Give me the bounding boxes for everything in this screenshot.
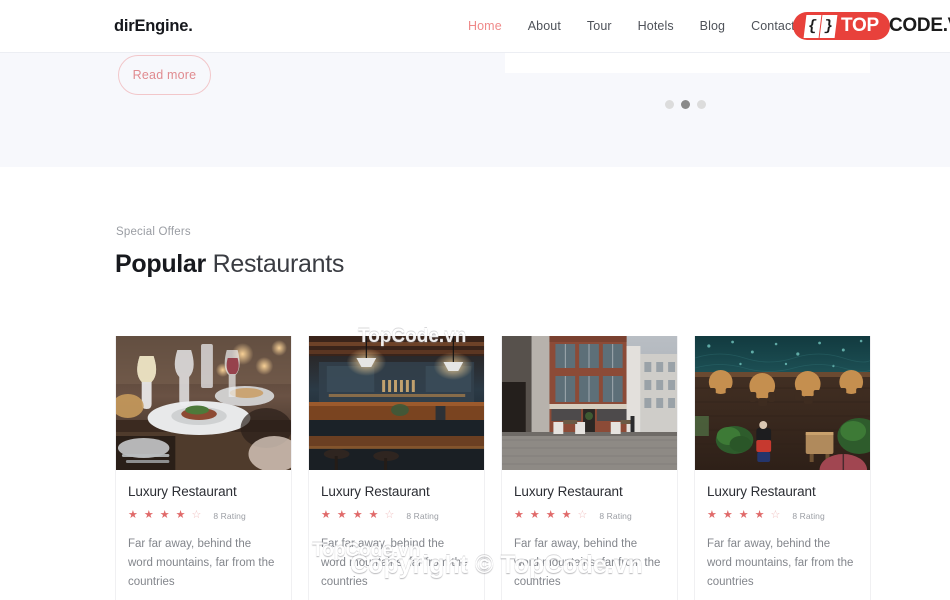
star-filled-icon: ★ bbox=[514, 509, 524, 521]
restaurant-card-description: Far far away, behind the word mountains,… bbox=[128, 538, 275, 588]
restaurant-card-description: Far far away, behind the word mountains,… bbox=[707, 538, 854, 588]
star-empty-icon: ☆ bbox=[770, 509, 781, 521]
bracket-right-glyph: } bbox=[819, 15, 837, 38]
star-filled-icon: ★ bbox=[175, 509, 186, 521]
section-title-rest: Restaurants bbox=[205, 250, 345, 278]
star-filled-icon: ★ bbox=[722, 509, 733, 521]
nav-item-contact[interactable]: Contact bbox=[751, 19, 795, 33]
bracket-left-glyph: { bbox=[803, 15, 821, 38]
nav-item-blog[interactable]: Blog bbox=[700, 19, 725, 33]
nav-item-tour[interactable]: Tour bbox=[587, 19, 612, 33]
restaurant-card-title: Luxury Restaurant bbox=[707, 484, 816, 499]
star-filled-icon: ★ bbox=[336, 509, 347, 521]
star-empty-icon: ☆ bbox=[384, 509, 395, 521]
watermark-logo-top-text: TOP bbox=[841, 15, 879, 36]
restaurant-card[interactable]: Luxury Restaurant ★ ★ ★ ★ ☆ 8 Rating Far… bbox=[115, 336, 292, 600]
star-filled-icon: ★ bbox=[321, 509, 331, 521]
page-title: Popular Restaurants bbox=[115, 250, 344, 279]
hero-section: Read more bbox=[0, 53, 950, 167]
brand-logo[interactable]: dirEngine. bbox=[114, 17, 193, 36]
restaurant-card-rating: ★ ★ ★ ★ ☆ 8 Rating bbox=[514, 510, 665, 521]
star-filled-icon: ★ bbox=[352, 509, 363, 521]
restaurant-card-description: Far far away, behind the word mountains,… bbox=[321, 538, 468, 588]
hero-white-card bbox=[505, 53, 870, 73]
restaurant-card-image bbox=[695, 336, 870, 470]
carousel-dot-1[interactable] bbox=[665, 100, 674, 109]
restaurant-card-rating: ★ ★ ★ ★ ☆ 8 Rating bbox=[707, 510, 858, 521]
site-header: dirEngine. Home About Tour Hotels Blog C… bbox=[0, 0, 950, 53]
restaurant-card-body: Luxury Restaurant ★ ★ ★ ★ ☆ 8 Rating Far… bbox=[502, 470, 677, 600]
restaurant-card-title: Luxury Restaurant bbox=[514, 484, 623, 499]
star-filled-icon: ★ bbox=[368, 509, 379, 521]
rating-count-label: 8 Rating bbox=[792, 510, 825, 521]
star-filled-icon: ★ bbox=[738, 509, 749, 521]
restaurant-card-body: Luxury Restaurant ★ ★ ★ ★ ☆ 8 Rating Far… bbox=[695, 470, 870, 600]
restaurant-card[interactable]: Luxury Restaurant ★ ★ ★ ★ ☆ 8 Rating Far… bbox=[308, 336, 485, 600]
rating-count-label: 8 Rating bbox=[213, 510, 246, 521]
nav-item-hotels[interactable]: Hotels bbox=[638, 19, 674, 33]
watermark-logo-code-text: CODE.VN bbox=[889, 15, 950, 36]
restaurant-card-description: Far far away, behind the word mountains,… bbox=[514, 538, 661, 588]
star-filled-icon: ★ bbox=[707, 509, 717, 521]
star-filled-icon: ★ bbox=[561, 509, 572, 521]
section-title-bold: Popular bbox=[115, 250, 206, 278]
carousel-dot-2[interactable] bbox=[681, 100, 690, 109]
topcode-watermark-logo: { } TOP CODE.VN bbox=[793, 8, 950, 43]
restaurant-card-grid: Luxury Restaurant ★ ★ ★ ★ ☆ 8 Rating Far… bbox=[115, 336, 871, 600]
section-eyebrow: Special Offers bbox=[116, 226, 191, 238]
carousel-dot-3[interactable] bbox=[697, 100, 706, 109]
nav-item-about[interactable]: About bbox=[528, 19, 561, 33]
code-bracket-icon: { } bbox=[801, 15, 839, 38]
carousel-dots bbox=[665, 100, 706, 109]
star-filled-icon: ★ bbox=[143, 509, 154, 521]
star-filled-icon: ★ bbox=[529, 509, 540, 521]
restaurant-card-rating: ★ ★ ★ ★ ☆ 8 Rating bbox=[321, 510, 472, 521]
read-more-button[interactable]: Read more bbox=[118, 55, 211, 95]
star-empty-icon: ☆ bbox=[577, 509, 588, 521]
restaurant-card-body: Luxury Restaurant ★ ★ ★ ★ ☆ 8 Rating Far… bbox=[116, 470, 291, 600]
main-navigation: Home About Tour Hotels Blog Contact bbox=[468, 19, 795, 33]
rating-count-label: 8 Rating bbox=[599, 510, 632, 521]
restaurant-card-rating: ★ ★ ★ ★ ☆ 8 Rating bbox=[128, 510, 279, 521]
star-empty-icon: ☆ bbox=[191, 509, 202, 521]
restaurant-card-title: Luxury Restaurant bbox=[128, 484, 237, 499]
star-filled-icon: ★ bbox=[754, 509, 765, 521]
page-root: dirEngine. Home About Tour Hotels Blog C… bbox=[0, 0, 950, 600]
restaurant-card[interactable]: Luxury Restaurant ★ ★ ★ ★ ☆ 8 Rating Far… bbox=[694, 336, 871, 600]
restaurant-card[interactable]: Luxury Restaurant ★ ★ ★ ★ ☆ 8 Rating Far… bbox=[501, 336, 678, 600]
restaurant-card-title: Luxury Restaurant bbox=[321, 484, 430, 499]
star-filled-icon: ★ bbox=[159, 509, 170, 521]
star-filled-icon: ★ bbox=[545, 509, 556, 521]
nav-item-home[interactable]: Home bbox=[468, 19, 502, 33]
restaurant-card-image bbox=[116, 336, 291, 470]
restaurant-card-image bbox=[502, 336, 677, 470]
star-filled-icon: ★ bbox=[128, 509, 138, 521]
restaurant-card-body: Luxury Restaurant ★ ★ ★ ★ ☆ 8 Rating Far… bbox=[309, 470, 484, 600]
restaurant-card-image bbox=[309, 336, 484, 470]
rating-count-label: 8 Rating bbox=[406, 510, 439, 521]
